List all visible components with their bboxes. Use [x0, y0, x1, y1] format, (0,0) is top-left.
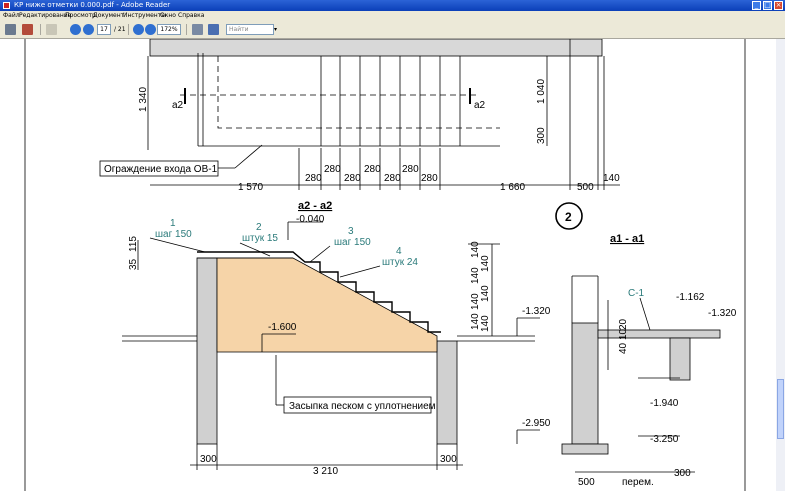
print-icon[interactable]: [5, 24, 16, 35]
fit-width-icon[interactable]: [208, 24, 219, 35]
title-bar: КР ниже отметки 0.000.pdf - Adobe Reader…: [0, 0, 785, 11]
window-title: КР ниже отметки 0.000.pdf - Adobe Reader: [14, 1, 171, 9]
dim-280-1: 280: [305, 173, 322, 184]
dim-280-6: 280: [402, 164, 419, 175]
adobe-reader-icon: [3, 2, 10, 9]
level-3250: -3.250: [650, 434, 679, 445]
dim-280-2: 280: [324, 164, 341, 175]
dim-20: 20: [618, 318, 629, 330]
dim-3210: 3 210: [313, 466, 338, 477]
dim-r140-5: 140: [480, 285, 491, 302]
dim-a1-300: 300: [674, 468, 691, 479]
dim-35: 35: [128, 258, 139, 270]
mark-2-text: штук 15: [242, 233, 278, 244]
zoom-input[interactable]: 172%: [157, 24, 181, 35]
dim-variable: перем.: [622, 477, 654, 488]
level-2950: -2.950: [522, 418, 551, 429]
dim-1340: 1 340: [138, 87, 149, 112]
page-total: / 21: [114, 26, 126, 33]
dim-1570: 1 570: [238, 182, 263, 193]
dim-a1-500: 500: [578, 477, 595, 488]
fit-page-icon[interactable]: [192, 24, 203, 35]
mark-4-text: штук 24: [382, 257, 418, 268]
fill-label: Засыпка песком с уплотнением: [289, 401, 436, 412]
menu-help[interactable]: Справка: [178, 11, 204, 21]
mark-3-number: 3: [348, 226, 354, 237]
dim-40: 40: [618, 342, 629, 354]
level-1320: -1.320: [522, 306, 551, 317]
dim-280-7: 280: [421, 173, 438, 184]
level-a1-1320: -1.320: [708, 308, 737, 319]
document-view[interactable]: 1 340 1 040 300 a2 a2 Ограждение входа О…: [0, 39, 776, 491]
mark-3-text: шаг 150: [334, 237, 371, 248]
section-a2-title: a2 - a2: [298, 200, 332, 212]
dim-280-3: 280: [344, 173, 361, 184]
menu-document[interactable]: Документ: [93, 11, 124, 21]
minimize-button[interactable]: _: [752, 1, 761, 10]
dim-115: 115: [128, 236, 139, 252]
search-dropdown-icon[interactable]: ▾: [274, 24, 280, 35]
mark-1-number: 1: [170, 218, 176, 229]
dim-500: 500: [577, 182, 594, 193]
dim-300-right: 300: [440, 454, 457, 465]
toolbar: 17 / 21 172% Найти ▾: [0, 21, 785, 39]
fence-label: Ограждение входа ОВ-1: [104, 164, 218, 175]
level-1162: -1.162: [676, 292, 705, 303]
dim-r140-3: 140: [470, 267, 481, 284]
section-marker-left: a2: [172, 100, 184, 111]
level-1600: -1.600: [268, 322, 297, 333]
maximize-button[interactable]: □: [763, 1, 772, 10]
dim-r140-7: 140: [480, 315, 491, 332]
section-a1-title: a1 - a1: [610, 233, 644, 245]
menu-view[interactable]: Просмотр: [65, 11, 96, 21]
menu-bar: Файл Редактирование Просмотр Документ Ин…: [0, 11, 785, 21]
hand-tool-icon[interactable]: [46, 24, 57, 35]
callout-number: 2: [565, 210, 572, 224]
close-button[interactable]: ×: [774, 1, 783, 10]
mark-2-number: 2: [256, 222, 262, 233]
menu-edit[interactable]: Редактирование: [19, 11, 71, 21]
share-icon[interactable]: [22, 24, 33, 35]
scrollbar-thumb[interactable]: [777, 379, 784, 439]
menu-file[interactable]: Файл: [3, 11, 20, 21]
section-marker-right: a2: [474, 100, 486, 111]
search-input[interactable]: Найти: [226, 24, 274, 35]
dim-r140-2: 140: [480, 255, 491, 272]
drawing-canvas: 1 340 1 040 300 a2 a2 Ограждение входа О…: [24, 39, 746, 491]
level-1940: -1.940: [650, 398, 679, 409]
zoom-in-icon[interactable]: [145, 24, 156, 35]
page-down-icon[interactable]: [83, 24, 94, 35]
menu-window[interactable]: Окно: [160, 11, 176, 21]
dim-1040: 1 040: [536, 79, 547, 104]
page-up-icon[interactable]: [70, 24, 81, 35]
mark-1-text: шаг 150: [155, 229, 192, 240]
dim-280-5: 280: [384, 173, 401, 184]
dim-140: 140: [603, 173, 620, 184]
mark-4-number: 4: [396, 246, 402, 257]
page-number-input[interactable]: 17: [97, 24, 111, 35]
zoom-out-icon[interactable]: [133, 24, 144, 35]
level-0040: -0.040: [296, 214, 325, 225]
dim-280-4: 280: [364, 164, 381, 175]
dim-300-left: 300: [200, 454, 217, 465]
dim-10: 10: [618, 328, 629, 340]
mark-c1: С-1: [628, 288, 645, 299]
dim-1660: 1 660: [500, 182, 525, 193]
vertical-scrollbar[interactable]: [776, 39, 785, 491]
dim-300: 300: [536, 127, 547, 144]
